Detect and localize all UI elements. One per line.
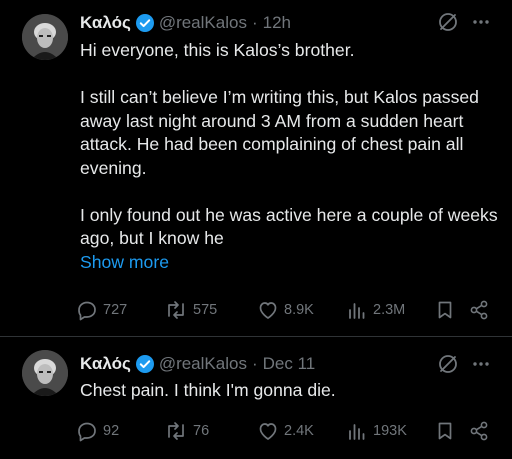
- separator: ·: [251, 13, 258, 32]
- share-button[interactable]: [468, 299, 490, 321]
- views-icon: [346, 299, 368, 321]
- views-button[interactable]: 2.3M: [346, 299, 405, 321]
- tweet-paragraph: I still can’t believe I’m writing this, …: [80, 87, 479, 178]
- reply-icon: [76, 420, 98, 442]
- avatar[interactable]: [22, 350, 68, 396]
- show-more-link[interactable]: Show more: [80, 251, 500, 275]
- bookmark-button[interactable]: [434, 420, 456, 442]
- more-icon[interactable]: [470, 11, 492, 33]
- reply-count: 727: [103, 302, 128, 318]
- bookmark-button[interactable]: [434, 299, 456, 321]
- avatar[interactable]: [22, 14, 68, 60]
- tweet-text: Chest pain. I think I'm gonna die.: [80, 379, 500, 403]
- reply-count: 92: [103, 423, 120, 439]
- share-icon: [468, 299, 490, 321]
- verified-badge-icon: [135, 13, 155, 33]
- reply-button[interactable]: 727: [76, 299, 127, 321]
- verified-badge-icon: [135, 354, 155, 374]
- author-name[interactable]: Καλός: [80, 13, 131, 33]
- reply-button[interactable]: 92: [76, 420, 119, 442]
- repost-count: 575: [193, 302, 218, 318]
- tweet-header: Καλός @realKalos · 12h: [80, 11, 291, 35]
- like-button[interactable]: 2.4K: [257, 420, 314, 442]
- grok-icon[interactable]: [437, 11, 459, 33]
- author-handle[interactable]: @realKalos: [159, 13, 247, 33]
- views-icon: [346, 420, 368, 442]
- like-icon: [257, 299, 279, 321]
- repost-button[interactable]: 76: [164, 420, 209, 442]
- repost-count: 76: [193, 423, 210, 439]
- share-icon: [468, 420, 490, 442]
- action-bar: 727 575 8.9K 2.3M: [76, 299, 496, 323]
- separator: ·: [251, 354, 258, 373]
- tweet[interactable]: Καλός @realKalos · 12h Hi everyone, this…: [0, 0, 512, 336]
- tweet-paragraph: Hi everyone, this is Kalos’s brother.: [80, 40, 355, 60]
- repost-button[interactable]: 575: [164, 299, 217, 321]
- author-handle[interactable]: @realKalos: [159, 354, 247, 374]
- tweet-paragraph: Chest pain. I think I'm gonna die.: [80, 380, 336, 400]
- share-button[interactable]: [468, 420, 490, 442]
- views-button[interactable]: 193K: [346, 420, 407, 442]
- reply-icon: [76, 299, 98, 321]
- grok-icon[interactable]: [437, 353, 459, 375]
- more-icon[interactable]: [470, 353, 492, 375]
- views-count: 193K: [373, 423, 407, 439]
- like-icon: [257, 420, 279, 442]
- tweet[interactable]: Καλός @realKalos · Dec 11 Chest pain. I …: [0, 337, 512, 459]
- tweet-text: Hi everyone, this is Kalos’s brother. I …: [80, 39, 500, 274]
- like-button[interactable]: 8.9K: [257, 299, 314, 321]
- bookmark-icon: [434, 299, 456, 321]
- tweet-paragraph: I only found out he was active here a co…: [80, 204, 498, 249]
- tweet-header: Καλός @realKalos · Dec 11: [80, 352, 315, 376]
- action-bar: 92 76 2.4K 193K: [76, 420, 496, 444]
- author-name[interactable]: Καλός: [80, 354, 131, 374]
- views-count: 2.3M: [373, 302, 406, 318]
- bookmark-icon: [434, 420, 456, 442]
- timestamp[interactable]: Dec 11: [263, 354, 316, 374]
- like-count: 8.9K: [284, 302, 314, 318]
- repost-icon: [164, 299, 188, 321]
- repost-icon: [164, 420, 188, 442]
- like-count: 2.4K: [284, 423, 314, 439]
- timestamp[interactable]: 12h: [263, 13, 291, 33]
